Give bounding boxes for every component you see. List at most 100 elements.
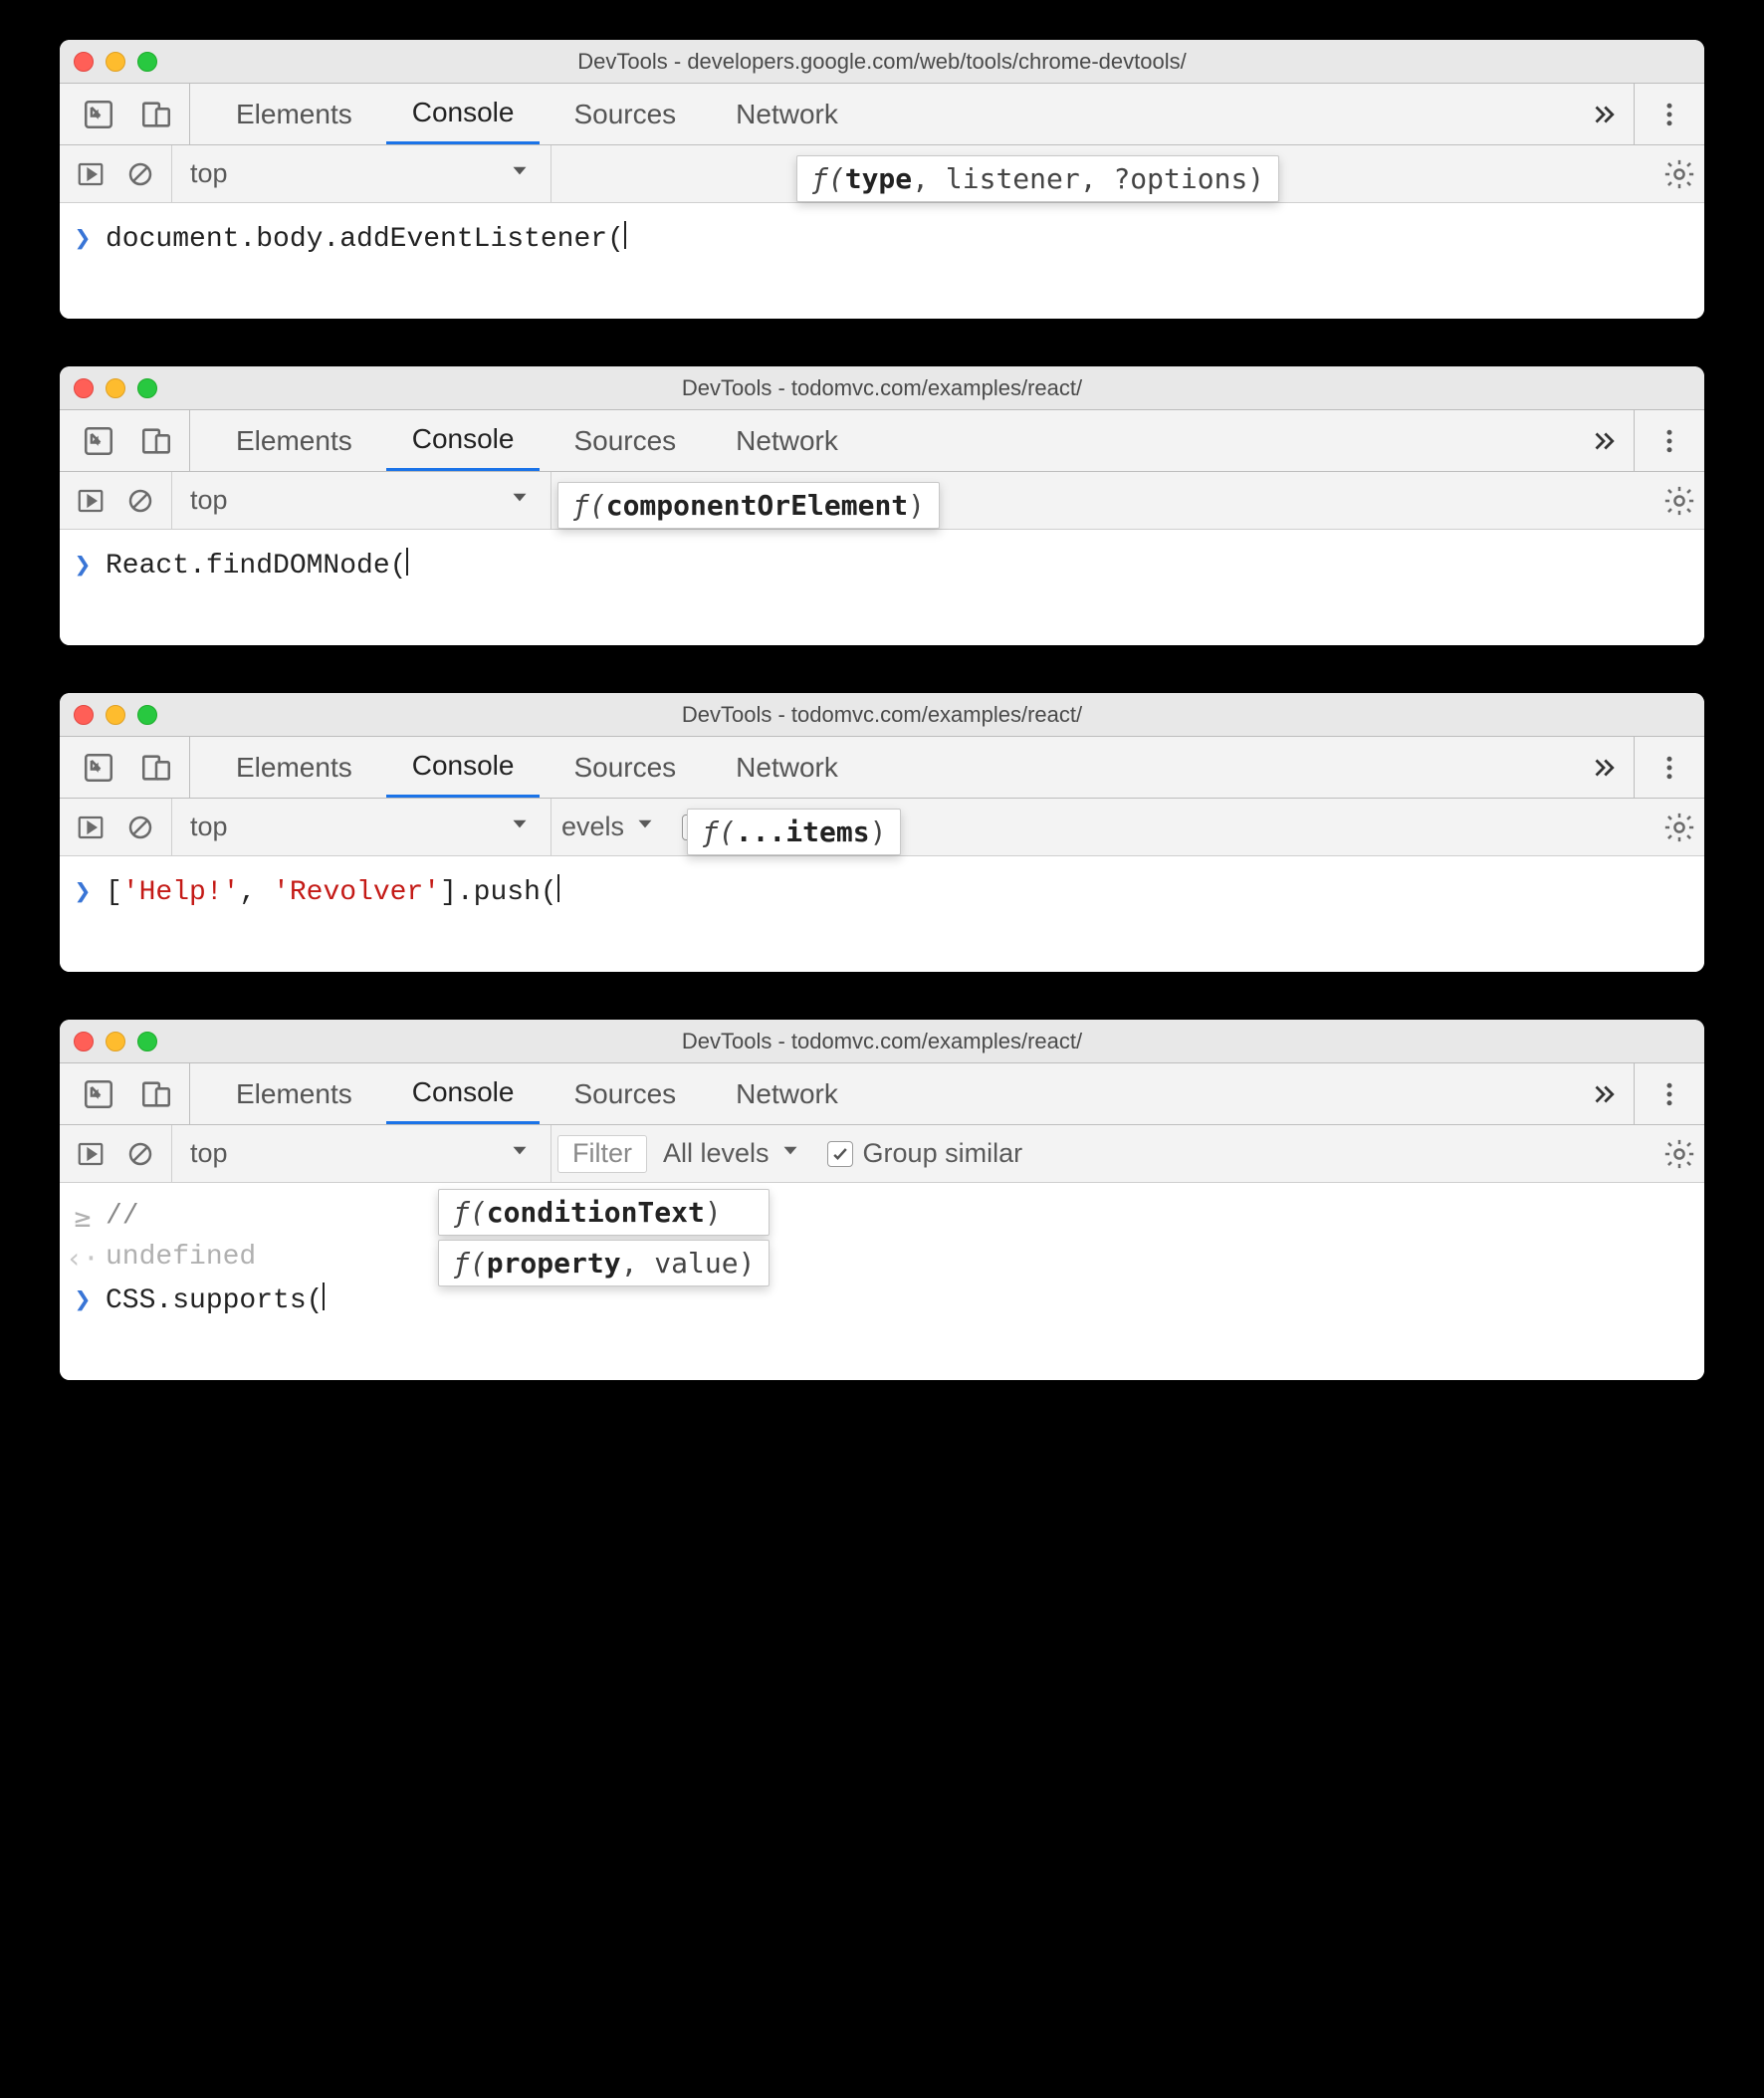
device-toggle-icon[interactable] [139, 98, 173, 131]
context-select[interactable]: top [172, 811, 551, 843]
signature-hint-row: ƒ(type, listener, ?options) [796, 155, 1279, 202]
minimize-icon[interactable] [106, 1032, 125, 1051]
tab-elements[interactable]: Elements [210, 1063, 378, 1124]
panel-tabstrip: Elements Console Sources Network [60, 737, 1704, 799]
clear-console-icon[interactable] [125, 159, 155, 189]
toggle-drawer-icon[interactable] [76, 486, 106, 516]
text-cursor [323, 1282, 325, 1310]
close-icon[interactable] [74, 1032, 94, 1051]
minimize-icon[interactable] [106, 705, 125, 725]
tab-elements[interactable]: Elements [210, 410, 378, 471]
tab-console[interactable]: Console [386, 1063, 541, 1124]
window-title: DevTools - todomvc.com/examples/react/ [60, 375, 1704, 401]
traffic-lights [74, 52, 157, 72]
code-text[interactable]: React.findDOMNode( [106, 548, 408, 582]
console-input-row[interactable]: ❯document.body.addEventListener( [60, 217, 1704, 259]
settings-gear-icon[interactable] [1649, 811, 1698, 844]
tab-list: ElementsConsoleSourcesNetwork [210, 410, 864, 471]
inspect-icon[interactable] [82, 98, 115, 131]
tab-console[interactable]: Console [386, 410, 541, 471]
inspect-icon[interactable] [82, 1077, 115, 1111]
hint-prefix: ƒ( [572, 489, 606, 522]
overflow-tabs-icon[interactable] [1574, 410, 1634, 471]
device-toggle-icon[interactable] [139, 424, 173, 458]
code-text[interactable]: CSS.supports( [106, 1282, 325, 1316]
kebab-menu-icon[interactable] [1635, 1063, 1704, 1124]
settings-gear-icon[interactable] [1649, 484, 1698, 518]
tab-network[interactable]: Network [710, 410, 864, 471]
filter-input[interactable]: Filter [557, 1135, 647, 1173]
tab-console[interactable]: Console [386, 84, 541, 144]
context-label: top [190, 158, 228, 189]
tab-elements[interactable]: Elements [210, 84, 378, 144]
close-icon[interactable] [74, 52, 94, 72]
tab-label: Network [736, 752, 838, 784]
console-input-row[interactable]: ❯React.findDOMNode( [60, 544, 1704, 585]
tab-elements[interactable]: Elements [210, 737, 378, 798]
overflow-tabs-icon[interactable] [1574, 84, 1634, 144]
close-icon[interactable] [74, 378, 94, 398]
tab-sources[interactable]: Sources [548, 737, 702, 798]
console-body[interactable]: ƒ(componentOrElement)❯React.findDOMNode( [60, 530, 1704, 645]
maximize-icon[interactable] [137, 705, 157, 725]
tab-label: Elements [236, 752, 352, 784]
settings-gear-icon[interactable] [1649, 157, 1698, 191]
context-select[interactable]: top [172, 157, 551, 190]
inspect-icon[interactable] [82, 751, 115, 785]
code-segment: CSS.supports( [106, 1285, 323, 1316]
divider [189, 1063, 190, 1124]
code-text[interactable]: ['Help!', 'Revolver'].push( [106, 874, 559, 908]
minimize-icon[interactable] [106, 52, 125, 72]
hint-rest: ) [870, 816, 887, 848]
console-input-row[interactable]: ❯CSS.supports( [60, 1279, 1704, 1320]
levels-label: All levels [663, 1138, 770, 1169]
context-select[interactable]: top [172, 1137, 551, 1170]
console-body[interactable]: ƒ(conditionText)ƒ(property, value)≥//‹·u… [60, 1183, 1704, 1380]
code-segment: React.findDOMNode( [106, 551, 406, 582]
maximize-icon[interactable] [137, 52, 157, 72]
kebab-menu-icon[interactable] [1635, 84, 1704, 144]
tab-sources[interactable]: Sources [548, 410, 702, 471]
minimize-icon[interactable] [106, 378, 125, 398]
tab-network[interactable]: Network [710, 737, 864, 798]
hint-prefix: ƒ( [702, 816, 736, 848]
console-return-row: ‹·undefined [60, 1238, 1704, 1279]
tab-label: Sources [573, 752, 676, 784]
code-text[interactable]: document.body.addEventListener( [106, 221, 626, 255]
divider [189, 410, 190, 471]
tab-console[interactable]: Console [386, 737, 541, 798]
console-input-row[interactable]: ❯['Help!', 'Revolver'].push( [60, 870, 1704, 912]
kebab-menu-icon[interactable] [1635, 410, 1704, 471]
console-body[interactable]: ƒ(type, listener, ?options)❯document.bod… [60, 203, 1704, 319]
close-icon[interactable] [74, 705, 94, 725]
window-title: DevTools - todomvc.com/examples/react/ [60, 702, 1704, 728]
device-toggle-icon[interactable] [139, 751, 173, 785]
log-levels-select[interactable]: All levels [653, 1137, 813, 1170]
tab-network[interactable]: Network [710, 84, 864, 144]
tab-sources[interactable]: Sources [548, 84, 702, 144]
kebab-menu-icon[interactable] [1635, 737, 1704, 798]
maximize-icon[interactable] [137, 378, 157, 398]
tab-network[interactable]: Network [710, 1063, 864, 1124]
device-toggle-icon[interactable] [139, 1077, 173, 1111]
settings-gear-icon[interactable] [1649, 1137, 1698, 1171]
clear-console-icon[interactable] [125, 486, 155, 516]
log-levels-select[interactable]: evels [551, 811, 668, 843]
context-select[interactable]: top [172, 484, 551, 517]
group-similar-checkbox[interactable] [827, 1141, 853, 1167]
clear-console-icon[interactable] [125, 1139, 155, 1169]
toggle-drawer-icon[interactable] [76, 813, 106, 842]
clear-console-icon[interactable] [125, 813, 155, 842]
maximize-icon[interactable] [137, 1032, 157, 1051]
levels-label: evels [561, 812, 624, 842]
hint-active-arg: type [845, 162, 912, 195]
overflow-tabs-icon[interactable] [1574, 737, 1634, 798]
console-body[interactable]: ƒ(...items)❯['Help!', 'Revolver'].push( [60, 856, 1704, 972]
window-title: DevTools - developers.google.com/web/too… [60, 49, 1704, 75]
toggle-drawer-icon[interactable] [76, 1139, 106, 1169]
overflow-tabs-icon[interactable] [1574, 1063, 1634, 1124]
toggle-drawer-icon[interactable] [76, 159, 106, 189]
signature-hint: ƒ(conditionText)ƒ(property, value) [438, 1189, 770, 1286]
tab-sources[interactable]: Sources [548, 1063, 702, 1124]
inspect-icon[interactable] [82, 424, 115, 458]
